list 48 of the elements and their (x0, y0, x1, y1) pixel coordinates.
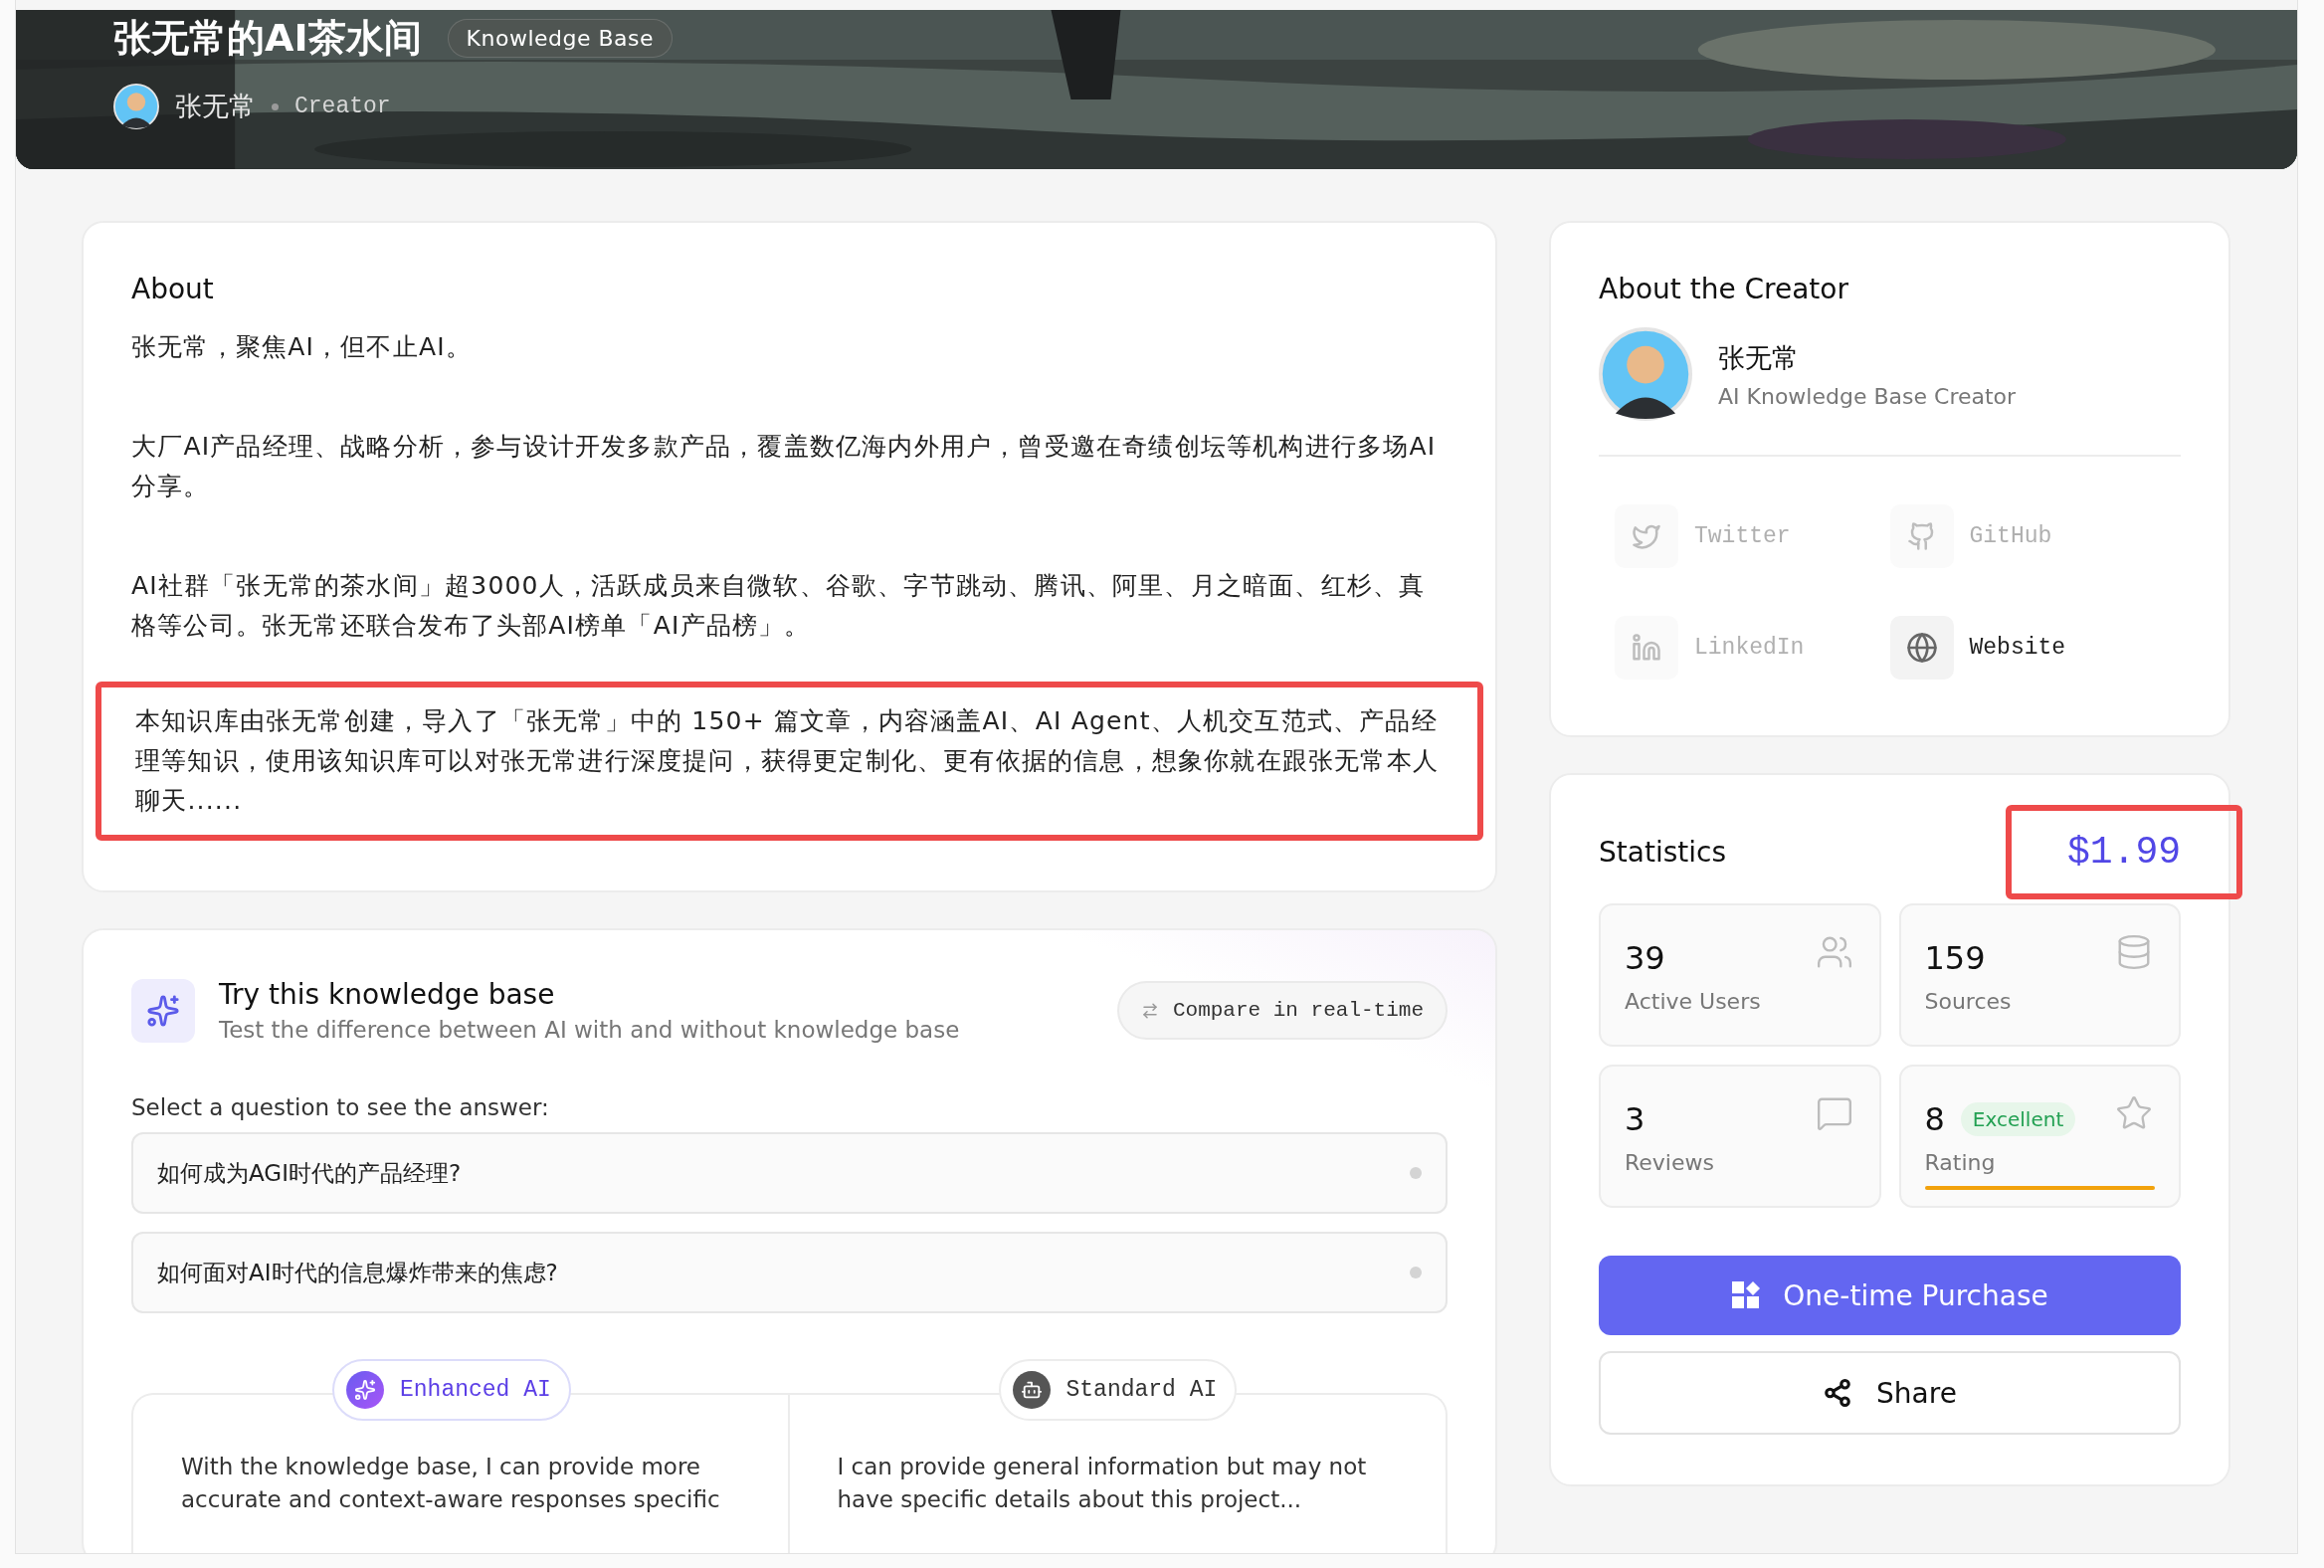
stat-label: Sources (1924, 989, 2013, 1014)
question-prompt: Select a question to see the answer: (131, 1094, 550, 1120)
stat-value: 39 (1625, 939, 1665, 977)
globe-icon (1905, 632, 1938, 664)
highlighted-paragraph: 本知识库由张无常创建，导入了「张无常」中的 150+ 篇文章，内容涵盖AI、AI Agent、人机交互范式、产品经理等知识，使用该知识库可以对张无常进行深度提问，获得更定制化、更有依据的信息，想象你就在跟张无常本人聊天...... (96, 682, 1483, 841)
sparkle-icon (131, 978, 195, 1043)
stat-value: 159 (1924, 939, 1986, 977)
creator-name: 张无常 (175, 90, 256, 123)
stat-label: Rating (1924, 1150, 1997, 1175)
creator-subtitle: AI Knowledge Base Creator (1718, 383, 2017, 409)
question-option[interactable]: 如何成为AGI时代的产品经理? (131, 1132, 1448, 1214)
answer-text: With the knowledge base, I can provide more accurate and context-aware responses specific (181, 1453, 721, 1514)
share-icon (1823, 1378, 1853, 1408)
avatar-icon (1599, 327, 1692, 421)
card-title: About (131, 273, 215, 305)
question-option[interactable]: 如何面对AI时代的信息爆炸带来的焦虑? (131, 1232, 1448, 1313)
panel-subtitle: Test the difference between AI with and without knowledge base (219, 1017, 961, 1043)
share-button[interactable]: Share (1599, 1351, 2181, 1435)
arrows-icon (1140, 1001, 1159, 1020)
compare-button[interactable]: Compare in real-time (1116, 981, 1448, 1040)
panel-title: Try this knowledge base (219, 978, 556, 1011)
stat-value: 8 (1924, 1100, 1945, 1138)
paragraph: 大厂AI产品经理、战略分析，参与设计开发多款产品，覆盖数亿海内外用户，曾受邀在奇绩创坛等机构进行多场AI分享。 (131, 431, 1438, 502)
card-title: About the Creator (1599, 273, 1849, 305)
robot-icon (1012, 1371, 1051, 1409)
creator-name: 张无常 (1718, 340, 1800, 375)
purchase-button[interactable]: One-time Purchase (1599, 1256, 2181, 1335)
price: $1.99 (2006, 805, 2242, 899)
type-badge: Knowledge Base (447, 18, 674, 58)
stat-value: 3 (1625, 1100, 1646, 1138)
card-title: Statistics (1599, 836, 1726, 869)
avatar-icon (113, 84, 159, 129)
separator-dot (272, 102, 279, 110)
social-link[interactable]: Website (1889, 616, 2165, 680)
model-label: Enhanced AI (400, 1377, 551, 1403)
sparkle-icon (346, 1371, 384, 1409)
answer-text: I can provide general information but may not have specific details about this project... (837, 1453, 1368, 1514)
creator-role: Creator (294, 94, 391, 119)
model-label: Standard AI (1065, 1377, 1218, 1403)
paragraph: AI社群「张无常的茶水间」超3000人，活跃成员来自微软、谷歌、字节跳动、腾讯、阿里、月之暗面、红杉、真格等公司。张无常还联合发布了头部AI榜单「AI产品榜」。 (131, 570, 1427, 642)
linkedin-icon (1632, 633, 1661, 663)
stat-label: Active Users (1625, 989, 1762, 1014)
star-icon (2115, 1094, 2153, 1132)
shapes-icon (1731, 1280, 1762, 1310)
page-title: 张无常的AI茶水间 (113, 15, 422, 62)
stat-label: Reviews (1625, 1150, 1715, 1175)
rating-badge: Excellent (1960, 1102, 2076, 1136)
paragraph: 张无常，聚焦AI，但不止AI。 (131, 331, 473, 363)
